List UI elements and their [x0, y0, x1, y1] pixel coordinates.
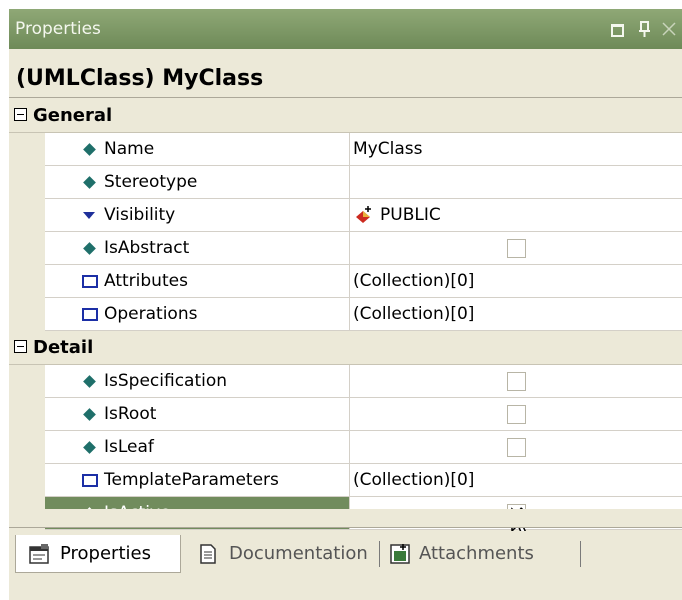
collection-icon [82, 308, 98, 321]
property-name: Stereotype [104, 172, 198, 192]
selected-object-title: (UMLClass) MyClass [9, 59, 682, 98]
property-name: IsAbstract [104, 238, 190, 258]
diamond-icon [83, 441, 96, 454]
property-row-name[interactable]: Name MyClass [9, 133, 682, 166]
attachments-icon [390, 544, 410, 564]
property-value-field[interactable]: (Collection)[0] [350, 464, 682, 497]
property-grid: General Name MyClass Stereotype Visibili… [9, 99, 682, 539]
collapse-icon[interactable] [14, 340, 27, 353]
tab-label: Documentation [229, 543, 368, 564]
tab-label: Attachments [419, 543, 534, 564]
panel-tabs: Properties Documentation Attachments [9, 531, 682, 600]
property-value-field[interactable]: (Collection)[0] [350, 298, 682, 331]
tab-label: Properties [60, 543, 151, 564]
property-name: IsRoot [104, 404, 157, 424]
title-bar: Properties [9, 9, 682, 49]
property-value-field[interactable] [350, 166, 682, 199]
public-visibility-icon [356, 206, 371, 223]
close-icon[interactable] [661, 17, 677, 41]
property-value: MyClass [353, 139, 423, 159]
property-name: Visibility [104, 205, 176, 225]
property-value: (Collection)[0] [353, 271, 475, 291]
grid-footer [9, 509, 682, 528]
triangle-down-icon [83, 212, 95, 219]
properties-icon [29, 544, 49, 564]
collection-icon [82, 474, 98, 487]
diamond-icon [83, 375, 96, 388]
collapse-icon[interactable] [14, 108, 27, 121]
visibility-dropdown[interactable]: PUBLIC [350, 199, 682, 232]
collection-icon [82, 275, 98, 288]
diamond-icon [83, 143, 96, 156]
property-row-templateparameters[interactable]: TemplateParameters (Collection)[0] [9, 464, 682, 497]
property-row-operations[interactable]: Operations (Collection)[0] [9, 298, 682, 331]
category-general[interactable]: General [9, 99, 682, 133]
property-value: (Collection)[0] [353, 470, 475, 490]
tab-documentation[interactable]: Documentation [189, 535, 373, 573]
property-row-isleaf[interactable]: IsLeaf [9, 431, 682, 464]
diamond-icon [83, 242, 96, 255]
isroot-checkbox[interactable] [507, 405, 526, 424]
property-name: IsLeaf [104, 437, 154, 457]
property-row-isabstract[interactable]: IsAbstract [9, 232, 682, 265]
property-name: IsSpecification [104, 371, 228, 391]
property-row-stereotype[interactable]: Stereotype [9, 166, 682, 199]
isleaf-checkbox[interactable] [507, 438, 526, 457]
property-value-field[interactable]: MyClass [350, 133, 682, 166]
category-detail[interactable]: Detail [9, 331, 682, 365]
property-name: TemplateParameters [104, 470, 279, 490]
category-label: Detail [33, 337, 94, 358]
category-label: General [33, 105, 113, 126]
isabstract-checkbox[interactable] [507, 239, 526, 258]
document-icon [200, 544, 216, 564]
window-title: Properties [15, 19, 101, 39]
tab-properties[interactable]: Properties [15, 535, 181, 573]
isspecification-checkbox[interactable] [507, 372, 526, 391]
property-name: Name [104, 139, 155, 159]
properties-panel: Properties (UMLClass) MyClass General Na… [9, 9, 682, 600]
property-row-visibility[interactable]: Visibility PUBLIC [9, 199, 682, 232]
diamond-icon [83, 408, 96, 421]
property-value: (Collection)[0] [353, 304, 475, 324]
tab-attachments[interactable]: Attachments [385, 535, 563, 573]
pin-icon[interactable] [637, 17, 653, 41]
property-value-field[interactable]: (Collection)[0] [350, 265, 682, 298]
property-row-isspecification[interactable]: IsSpecification [9, 365, 682, 398]
maximize-icon[interactable] [611, 24, 624, 37]
property-row-isroot[interactable]: IsRoot [9, 398, 682, 431]
property-name: Attributes [104, 271, 188, 291]
property-row-attributes[interactable]: Attributes (Collection)[0] [9, 265, 682, 298]
property-value: PUBLIC [380, 205, 441, 225]
diamond-icon [83, 176, 96, 189]
property-name: Operations [104, 304, 198, 324]
